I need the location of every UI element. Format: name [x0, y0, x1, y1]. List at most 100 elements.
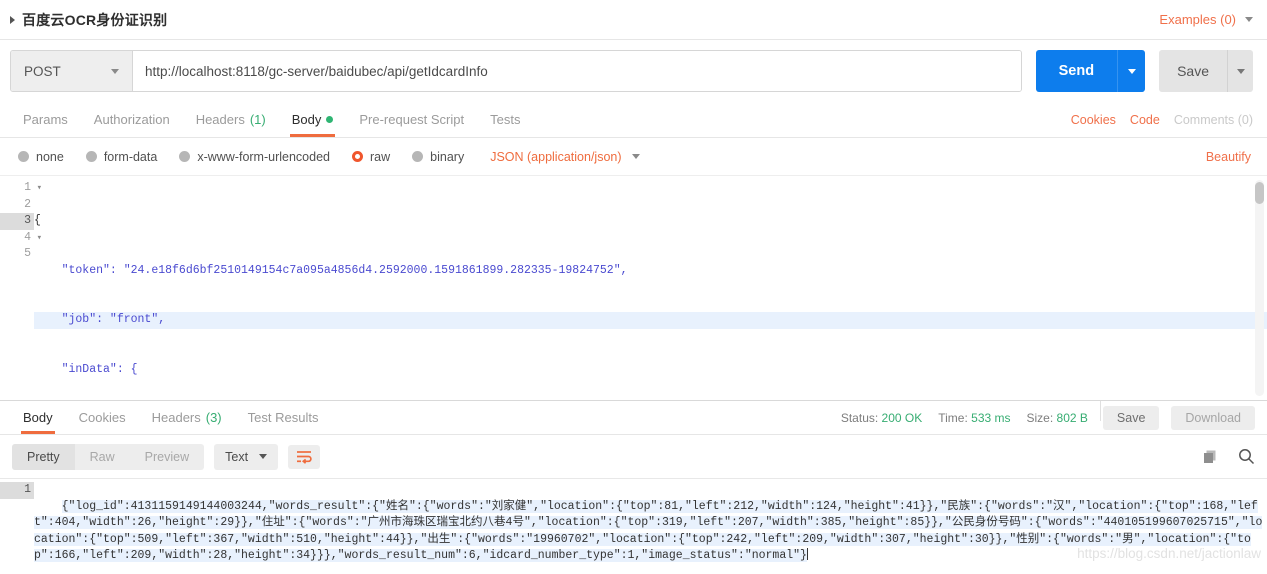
line-number: 1: [24, 483, 31, 496]
tab-headers[interactable]: Headers (1): [183, 102, 279, 137]
gutter-line: 1 ▾: [0, 180, 42, 197]
body-format-label: JSON (application/json): [490, 149, 622, 164]
method-url-group: POST: [10, 50, 1022, 92]
code-link[interactable]: Code: [1130, 113, 1160, 127]
tab-tests[interactable]: Tests: [477, 102, 533, 137]
cookies-link[interactable]: Cookies: [1071, 113, 1116, 127]
body-type-form-data[interactable]: form-data: [85, 150, 157, 164]
editor-scrollbar-thumb[interactable]: [1255, 182, 1264, 204]
body-type-binary[interactable]: binary: [412, 150, 464, 164]
response-tab-test-results[interactable]: Test Results: [235, 401, 332, 434]
time-value: 533 ms: [971, 410, 1011, 425]
chevron-down-icon: [111, 68, 119, 74]
body-type-label: x-www-form-urlencoded: [197, 149, 330, 164]
radio-icon: [179, 151, 191, 162]
response-toolbar: Pretty Raw Preview Text: [0, 435, 1267, 479]
body-type-label: raw: [370, 149, 391, 164]
body-type-label: none: [36, 149, 64, 164]
body-type-raw[interactable]: raw: [352, 150, 390, 164]
radio-icon: [412, 151, 424, 162]
body-filled-dot-icon: [326, 116, 334, 123]
request-body-editor[interactable]: 1 ▾ 2 3 4 ▾ 5 { "token": "24.e18f6d6bf2510…: [0, 176, 1267, 401]
tab-authorization[interactable]: Authorization: [81, 102, 183, 137]
tab-body[interactable]: Body: [279, 102, 347, 137]
request-url-input[interactable]: [133, 51, 1021, 91]
chevron-down-icon: [1127, 68, 1136, 74]
response-save-button[interactable]: Save: [1102, 405, 1160, 430]
response-format-select[interactable]: Text: [214, 443, 279, 470]
tab-label: Cookies: [78, 410, 126, 425]
request-links: Cookies Code Comments (0): [1071, 102, 1267, 137]
send-button[interactable]: Send: [1035, 50, 1118, 92]
tab-label: Authorization: [93, 112, 170, 127]
triangle-right-icon[interactable]: [10, 15, 15, 24]
size-group: Size: 802 B: [1027, 411, 1088, 425]
gutter-line: 2: [0, 197, 34, 214]
view-raw-button[interactable]: Raw: [75, 444, 130, 470]
http-method-select[interactable]: POST: [11, 51, 133, 91]
tab-label: Test Results: [247, 410, 319, 425]
response-download-button[interactable]: Download: [1171, 405, 1255, 430]
send-button-group: Send: [1035, 50, 1146, 92]
save-button[interactable]: Save: [1159, 50, 1227, 92]
size-label: Size:: [1026, 410, 1054, 425]
line-number: 3: [24, 214, 31, 227]
editor-code[interactable]: { "token": "24.e18f6d6bf2510149154c7a095…: [34, 176, 1267, 400]
send-options-button[interactable]: [1117, 50, 1146, 92]
tab-label: Headers: [151, 410, 201, 425]
save-options-button[interactable]: [1227, 50, 1253, 92]
editor-gutter: 1 ▾ 2 3 4 ▾ 5: [0, 176, 42, 400]
gutter-line: 4 ▾: [0, 230, 42, 247]
chevron-down-icon: [259, 454, 268, 459]
status-label: Status:: [840, 410, 879, 425]
word-wrap-icon: [297, 450, 312, 464]
chevron-down-icon[interactable]: [1245, 17, 1253, 22]
response-tabs: Body Cookies Headers (3) Test Results St…: [0, 401, 1267, 435]
chevron-down-icon: [1236, 68, 1245, 74]
body-type-none[interactable]: none: [18, 150, 64, 164]
request-name-bar: 百度云OCR身份证识别 Examples (0): [0, 0, 1267, 40]
http-method-label: POST: [24, 63, 61, 79]
response-view-segment: Pretty Raw Preview: [12, 443, 205, 470]
search-response-button[interactable]: [1238, 448, 1255, 465]
view-preview-button[interactable]: Preview: [130, 444, 204, 470]
request-tabs: Params Authorization Headers (1) Body Pr…: [0, 102, 1267, 138]
response-tab-cookies[interactable]: Cookies: [66, 401, 139, 434]
copy-icon: [1204, 450, 1216, 463]
tab-label: Headers: [195, 112, 245, 127]
code-line: "job": "front",: [34, 312, 1267, 329]
status-badge: 200 OK: [881, 410, 923, 425]
response-body-panel[interactable]: 1 {"log_id":4131159149144003244,"words_r…: [0, 479, 1267, 563]
tab-pre-request-script[interactable]: Pre-request Script: [346, 102, 477, 137]
examples-link[interactable]: Examples (0): [1159, 12, 1236, 27]
radio-selected-icon: [352, 151, 363, 162]
comments-link[interactable]: Comments (0): [1174, 113, 1253, 127]
code-line: "token": "24.e18f6d6bf2510149154c7a095a4…: [34, 263, 628, 277]
word-wrap-toggle[interactable]: [288, 444, 321, 469]
search-icon: [1239, 449, 1255, 465]
response-status-bar: Status: 200 OK Time: 533 ms Size: 802 B: [841, 401, 1098, 434]
tab-label: Body: [291, 112, 322, 127]
tab-params[interactable]: Params: [10, 102, 81, 137]
view-pretty-button[interactable]: Pretty: [12, 443, 75, 470]
tab-label: Params: [23, 112, 68, 127]
response-gutter: 1: [0, 479, 34, 563]
gutter-line: 3: [0, 213, 34, 230]
copy-response-button[interactable]: [1202, 449, 1218, 465]
tab-label: Pre-request Script: [359, 112, 465, 127]
line-number: 4: [24, 230, 31, 244]
tab-label: Body: [23, 410, 53, 425]
time-label: Time:: [938, 410, 968, 425]
body-type-label: binary: [430, 149, 465, 164]
radio-icon: [85, 151, 97, 162]
line-number: 2: [24, 197, 31, 211]
gutter-line: 5: [0, 246, 34, 263]
body-format-select[interactable]: JSON (application/json): [490, 149, 640, 164]
beautify-button[interactable]: Beautify: [1206, 150, 1267, 164]
response-tab-body[interactable]: Body: [10, 401, 66, 434]
response-tab-headers[interactable]: Headers (3): [139, 401, 235, 434]
body-type-urlencoded[interactable]: x-www-form-urlencoded: [179, 150, 330, 164]
editor-scrollbar-track[interactable]: [1255, 180, 1264, 396]
page-title: 百度云OCR身份证识别: [22, 11, 168, 28]
line-number: 5: [24, 247, 31, 260]
